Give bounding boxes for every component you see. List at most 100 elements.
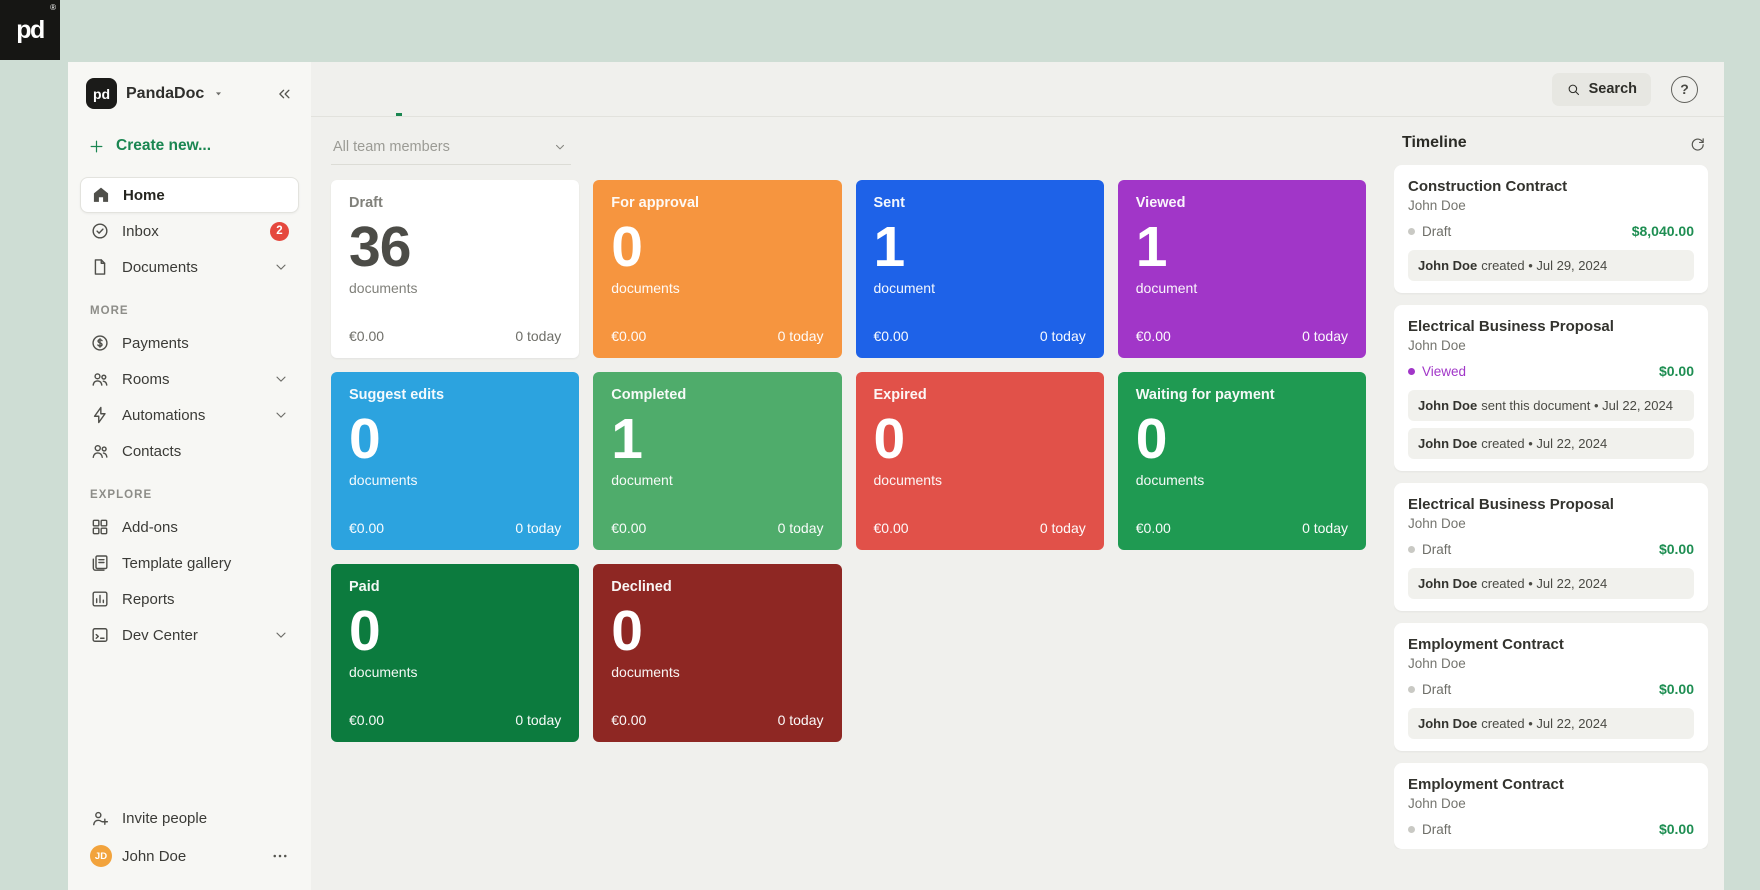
stat-card-footer: €0.00 0 today xyxy=(611,328,823,344)
stat-card-footer: €0.00 0 today xyxy=(1136,520,1348,536)
sidebar-section-list: Add-ons Template gallery Reports Dev Cen… xyxy=(80,509,299,653)
event-text: created • Jul 22, 2024 xyxy=(1481,716,1608,731)
sidebar-item-add-ons[interactable]: Add-ons xyxy=(80,509,299,545)
stat-card-waiting-for-payment[interactable]: Waiting for payment 0 documents €0.00 0 … xyxy=(1117,372,1366,550)
create-new-label: Create new... xyxy=(116,137,212,154)
sidebar-item-inbox[interactable]: Inbox 2 xyxy=(80,213,299,249)
user-menu[interactable]: JD John Doe xyxy=(80,838,299,874)
topbar: Search ? xyxy=(311,62,1724,117)
stat-card-footer: €0.00 0 today xyxy=(349,520,561,536)
stat-card-unit: document xyxy=(1135,279,1198,296)
timeline-card[interactable]: Employment Contract John Doe Draft $0.00… xyxy=(1394,623,1708,751)
timeline-list: Construction Contract John Doe Draft $8,… xyxy=(1394,165,1708,849)
topbar-tabs xyxy=(337,62,402,116)
status-dot xyxy=(1408,825,1415,833)
event-text: sent this document • Jul 22, 2024 xyxy=(1481,398,1673,413)
stat-card-sent[interactable]: Sent 1 document €0.00 0 today xyxy=(855,180,1104,358)
timeline-card[interactable]: Electrical Business Proposal John Doe Dr… xyxy=(1394,483,1708,611)
stat-card-for-approval[interactable]: For approval 0 documents €0.00 0 today xyxy=(593,180,842,358)
refresh-icon[interactable] xyxy=(1689,135,1706,152)
stat-card-footer: €0.00 0 today xyxy=(874,328,1086,344)
stat-card-title: Completed xyxy=(611,387,687,403)
timeline-events: John Doe sent this document • Jul 22, 20… xyxy=(1408,390,1694,459)
stat-card-footer: €0.00 0 today xyxy=(1136,328,1348,344)
stat-card-today: 0 today xyxy=(1039,520,1086,536)
date-range-tabs xyxy=(1236,134,1366,151)
timeline-event: John Doe created • Jul 22, 2024 xyxy=(1408,568,1694,599)
stat-card-amount: €0.00 xyxy=(873,328,909,344)
create-new-button[interactable]: Create new... xyxy=(80,137,299,155)
filters-row: All team members xyxy=(331,134,1366,165)
chevron-down-icon[interactable] xyxy=(273,407,289,423)
invite-people-label: Invite people xyxy=(122,809,208,827)
home-icon xyxy=(91,185,111,205)
invite-people-button[interactable]: Invite people xyxy=(80,800,299,836)
timeline-card[interactable]: Electrical Business Proposal John Doe Vi… xyxy=(1394,305,1708,471)
document-amount: $0.00 xyxy=(1658,541,1694,557)
stat-card-count: 36 xyxy=(349,215,411,279)
stat-card-draft[interactable]: Draft 36 documents €0.00 0 today xyxy=(331,180,580,358)
timeline-card[interactable]: Construction Contract John Doe Draft $8,… xyxy=(1394,165,1708,293)
sidebar-item-template-gallery[interactable]: Template gallery xyxy=(80,545,299,581)
event-actor: John Doe xyxy=(1418,576,1478,591)
stat-card-expired[interactable]: Expired 0 documents €0.00 0 today xyxy=(855,372,1104,550)
sidebar-item-automations[interactable]: Automations xyxy=(80,397,299,433)
chevron-down-icon[interactable] xyxy=(273,259,289,275)
stat-card-suggest-edits[interactable]: Suggest edits 0 documents €0.00 0 today xyxy=(331,372,580,550)
sidebar-item-label: Add-ons xyxy=(122,518,178,536)
sidebar-item-documents[interactable]: Documents xyxy=(80,249,299,285)
unread-count-badge: 2 xyxy=(270,221,289,241)
sidebar-item-label: Reports xyxy=(122,590,175,608)
document-amount: $0.00 xyxy=(1658,363,1694,379)
stat-card-footer: €0.00 0 today xyxy=(611,712,823,728)
event-text: created • Jul 22, 2024 xyxy=(1481,436,1608,451)
stat-card-count: 1 xyxy=(611,407,643,471)
stat-card-unit: documents xyxy=(611,279,680,296)
timeline-card[interactable]: Employment Contract John Doe Draft $0.00 xyxy=(1394,763,1708,849)
chevron-down-icon[interactable] xyxy=(273,371,289,387)
sidebar-item-rooms[interactable]: Rooms xyxy=(80,361,299,397)
sidebar-section-list: Payments Rooms Automations Contacts xyxy=(80,325,299,469)
stats-grid: Draft 36 documents €0.00 0 today For app… xyxy=(331,180,1366,742)
timeline-doc-title: Construction Contract xyxy=(1408,178,1568,195)
event-actor: John Doe xyxy=(1418,258,1478,273)
app-window: pd PandaDoc Create new... Home Inbox 2 D… xyxy=(68,62,1724,890)
chevron-down-icon xyxy=(553,140,567,154)
timeline-status-row: Draft $0.00 xyxy=(1408,541,1694,557)
caret-down-icon xyxy=(213,88,224,99)
stat-card-unit: document xyxy=(611,471,673,488)
dots-icon[interactable] xyxy=(271,847,289,865)
sidebar-section: EXPLORE Add-ons Template gallery Reports… xyxy=(80,469,299,653)
timeline-events: John Doe created • Jul 29, 2024 xyxy=(1408,250,1694,281)
chevron-down-icon[interactable] xyxy=(273,627,289,643)
sidebar-item-payments[interactable]: Payments xyxy=(80,325,299,361)
stat-card-amount: €0.00 xyxy=(349,520,385,536)
team-members-dropdown[interactable]: All team members xyxy=(331,134,571,165)
timeline-doc-title: Employment Contract xyxy=(1408,636,1564,653)
help-icon[interactable]: ? xyxy=(1671,75,1698,103)
stat-card-today: 0 today xyxy=(1302,520,1348,536)
help-glyph: ? xyxy=(1680,81,1689,97)
sidebar-footer: Invite people JD John Doe xyxy=(80,800,299,874)
sidebar-item-contacts[interactable]: Contacts xyxy=(80,433,299,469)
timeline-status-row: Viewed $0.00 xyxy=(1408,363,1694,379)
stat-card-viewed[interactable]: Viewed 1 document €0.00 0 today xyxy=(1117,180,1366,358)
sidebar-section-heading: EXPLORE xyxy=(90,489,153,501)
sidebar-item-reports[interactable]: Reports xyxy=(80,581,299,617)
timeline-header: Timeline xyxy=(1402,134,1706,152)
timeline-doc-owner: John Doe xyxy=(1408,796,1466,811)
stat-card-declined[interactable]: Declined 0 documents €0.00 0 today xyxy=(593,564,842,742)
stat-card-title: Draft xyxy=(349,195,383,211)
stat-card-count: 1 xyxy=(1135,215,1168,279)
search-button[interactable]: Search xyxy=(1551,72,1651,106)
workspace-switcher[interactable]: pd PandaDoc xyxy=(80,76,299,111)
sidebar-item-dev-center[interactable]: Dev Center xyxy=(80,617,299,653)
stat-card-unit: documents xyxy=(349,279,418,296)
sidebar-section: MORE Payments Rooms Automations Contacts xyxy=(80,285,299,469)
stat-card-paid[interactable]: Paid 0 documents €0.00 0 today xyxy=(331,564,580,742)
collapse-icon[interactable] xyxy=(275,85,293,103)
sidebar-item-label: Template gallery xyxy=(122,554,232,572)
stat-card-amount: €0.00 xyxy=(611,328,647,344)
sidebar-item-home[interactable]: Home xyxy=(80,177,299,213)
stat-card-completed[interactable]: Completed 1 document €0.00 0 today xyxy=(593,372,842,550)
